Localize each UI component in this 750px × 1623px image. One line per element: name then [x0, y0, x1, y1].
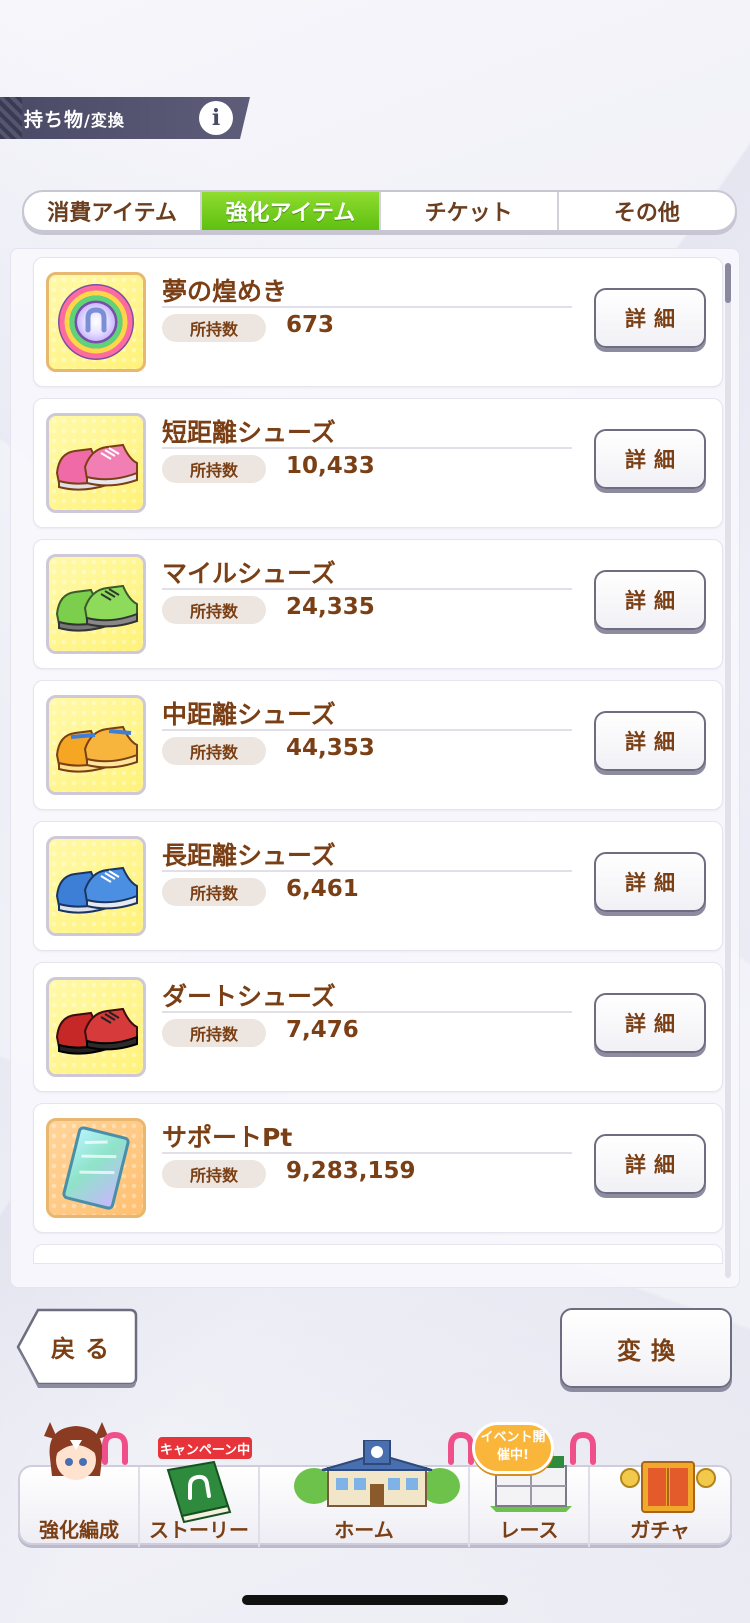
nav-label: ガチャ	[630, 1518, 690, 1542]
detail-button[interactable]: 詳細	[594, 711, 706, 771]
rainbow-horseshoe-medal-icon	[46, 272, 146, 372]
quantity-value: 10,433	[286, 453, 375, 479]
quantity-label: 所持数	[162, 1160, 266, 1188]
title-sub: 変換	[90, 110, 125, 130]
orange-shoes-icon	[46, 695, 146, 795]
tab-tickets[interactable]: チケット	[381, 192, 559, 230]
item-name: 夢の煌めき	[162, 277, 288, 306]
tab-other[interactable]: その他	[559, 192, 735, 230]
list-item: 長距離シューズ 所持数 6,461 詳細	[33, 821, 723, 951]
quantity-label: 所持数	[162, 737, 266, 765]
scrollbar-thumb[interactable]	[725, 263, 731, 303]
divider	[162, 1152, 572, 1154]
event-badge-label: イベント開催中!	[480, 1430, 546, 1463]
quantity-label: 所持数	[162, 596, 266, 624]
detail-button[interactable]: 詳細	[594, 288, 706, 348]
quantity-value: 9,283,159	[286, 1158, 416, 1184]
story-book-icon	[166, 1460, 232, 1524]
list-item: 短距離シューズ 所持数 10,433 詳細	[33, 398, 723, 528]
red-shoes-icon	[46, 977, 146, 1077]
info-button[interactable]: i	[199, 101, 233, 135]
title-main: 持ち物	[24, 108, 85, 131]
list-item: マイルシューズ 所持数 24,335 詳細	[33, 539, 723, 669]
nav-label: 強化編成	[39, 1518, 119, 1542]
list-item: 中距離シューズ 所持数 44,353 詳細	[33, 680, 723, 810]
quantity-label: 所持数	[162, 1019, 266, 1047]
quantity-value: 24,335	[286, 594, 375, 620]
item-name: マイルシューズ	[162, 559, 336, 588]
divider	[162, 729, 572, 731]
event-badge: イベント開催中!	[472, 1422, 554, 1474]
list-item	[33, 1244, 723, 1264]
tab-consumables[interactable]: 消費アイテム	[24, 192, 203, 230]
divider	[162, 306, 572, 308]
pink-shoes-icon	[46, 413, 146, 513]
detail-button[interactable]: 詳細	[594, 852, 706, 912]
home-indicator[interactable]	[242, 1595, 508, 1605]
list-item: 夢の煌めき 所持数 673 詳細	[33, 257, 723, 387]
support-card-icon	[46, 1118, 146, 1218]
item-name: 中距離シューズ	[162, 700, 336, 729]
divider	[162, 447, 572, 449]
divider	[162, 1011, 572, 1013]
divider	[162, 870, 572, 872]
item-list-panel[interactable]: 夢の煌めき 所持数 673 詳細 短距離シューズ 所持数 10,433 詳細 マ…	[10, 248, 740, 1288]
page-title: 持ち物/変換	[24, 105, 125, 132]
quantity-value: 673	[286, 312, 335, 338]
horseshoe-icon	[570, 1432, 596, 1465]
blue-shoes-icon	[46, 836, 146, 936]
list-item: サポートPt 所持数 9,283,159 詳細	[33, 1103, 723, 1233]
tab-enhancement-items[interactable]: 強化アイテム	[202, 192, 381, 230]
item-name: 短距離シューズ	[162, 418, 336, 447]
scrollbar[interactable]	[725, 263, 731, 1278]
detail-button[interactable]: 詳細	[594, 429, 706, 489]
quantity-value: 7,476	[286, 1017, 359, 1043]
back-button[interactable]: 戻る	[16, 1308, 138, 1384]
item-name: ダートシューズ	[162, 982, 336, 1011]
info-icon: i	[211, 105, 221, 131]
detail-button[interactable]: 詳細	[594, 570, 706, 630]
title-separator: /	[84, 110, 91, 130]
green-shoes-icon	[46, 554, 146, 654]
campaign-badge: キャンペーン中	[158, 1437, 252, 1459]
convert-button[interactable]: 変換	[560, 1308, 732, 1388]
quantity-label: 所持数	[162, 314, 266, 342]
item-name: 長距離シューズ	[162, 841, 336, 870]
home-school-building-icon	[294, 1440, 460, 1507]
nav-label: レース	[499, 1518, 559, 1542]
list-item: ダートシューズ 所持数 7,476 詳細	[33, 962, 723, 1092]
detail-button[interactable]: 詳細	[594, 993, 706, 1053]
page-header: 持ち物/変換 i	[0, 97, 250, 139]
gacha-gate-icon	[620, 1461, 716, 1513]
quantity-label: 所持数	[162, 878, 266, 906]
quantity-value: 44,353	[286, 735, 375, 761]
category-tabs: 消費アイテム 強化アイテム チケット その他	[22, 190, 737, 232]
quantity-label: 所持数	[162, 455, 266, 483]
detail-button[interactable]: 詳細	[594, 1134, 706, 1194]
horseshoe-icon	[102, 1432, 128, 1465]
divider	[162, 588, 572, 590]
item-name: サポートPt	[162, 1123, 293, 1152]
quantity-value: 6,461	[286, 876, 359, 902]
nav-label: ホーム	[334, 1518, 394, 1542]
